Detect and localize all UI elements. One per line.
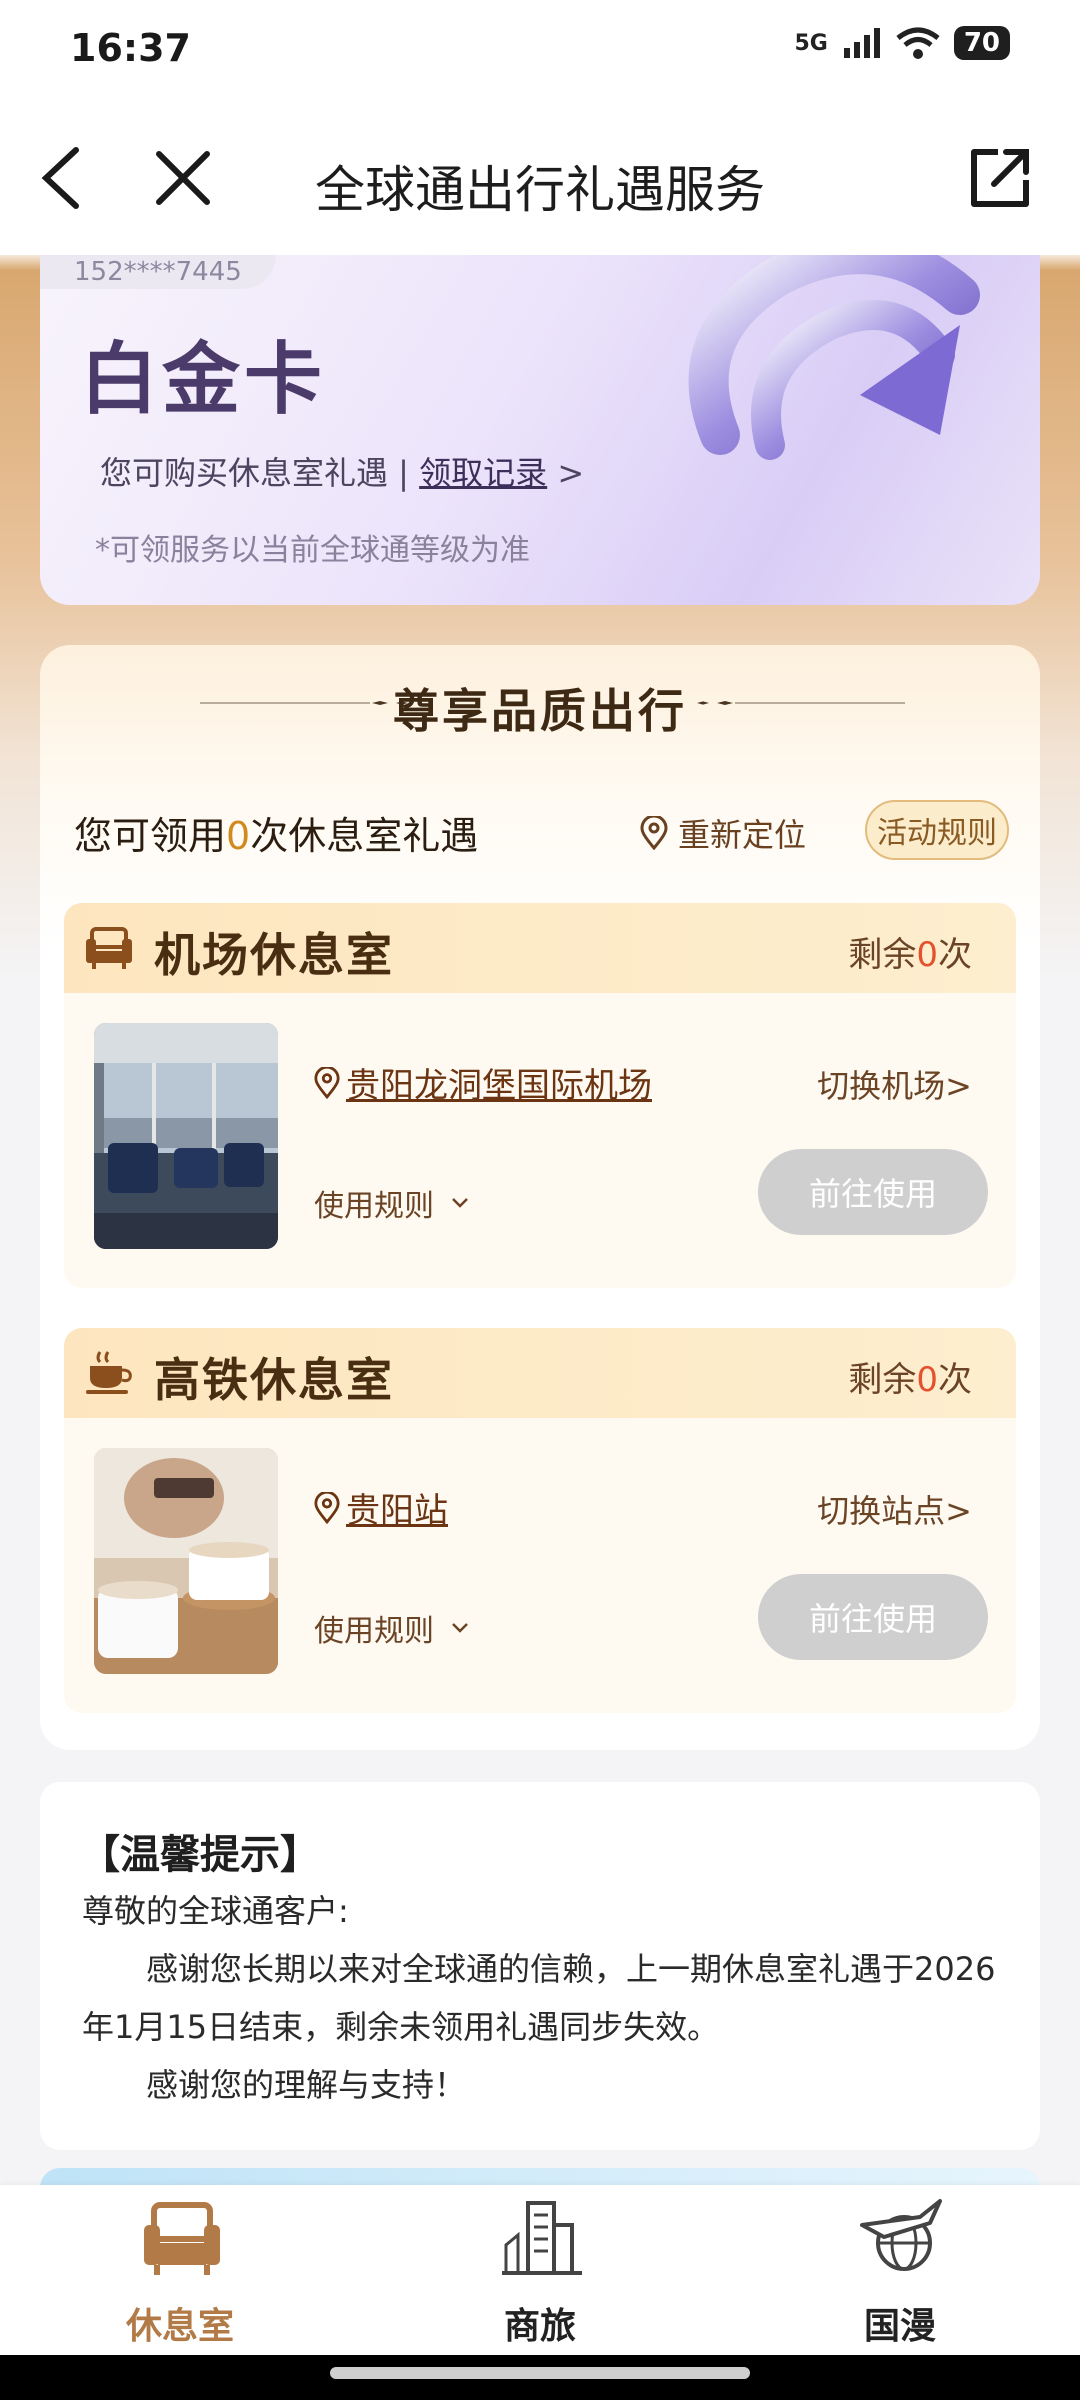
lounge-title: 机场休息室	[154, 928, 394, 982]
share-icon	[971, 149, 1029, 207]
usage-rules-toggle[interactable]: 使用规则	[314, 1181, 470, 1225]
activity-rules-button[interactable]: 活动规则	[865, 800, 1009, 860]
airport-lounge-photo	[94, 1023, 278, 1249]
coffee-cup-icon	[86, 1351, 132, 1394]
network-label: 5G	[794, 30, 828, 56]
status-time: 16:37	[70, 26, 191, 70]
home-indicator[interactable]	[330, 2367, 750, 2379]
purchase-line: 您可购买休息室礼遇 | 领取记录 >	[100, 448, 584, 494]
tab-lounge[interactable]: 休息室	[50, 2195, 310, 2347]
share-button[interactable]	[962, 140, 1038, 216]
switch-airport-button[interactable]: 切换机场>	[817, 1061, 972, 1107]
phone-number: 152****7445	[40, 255, 276, 289]
location-pin-icon	[640, 816, 668, 850]
city-icon	[502, 2201, 582, 2275]
tab-label: 休息室	[125, 2306, 234, 2347]
tab-business-travel[interactable]: 商旅	[410, 2195, 670, 2347]
relocate-label: 重新定位	[678, 816, 807, 854]
chevron-down-icon	[452, 1623, 468, 1633]
airport-lounge-header: 机场休息室 剩余0次	[64, 903, 1016, 993]
go-use-button[interactable]: 前往使用	[758, 1574, 988, 1660]
signal-icon	[843, 28, 880, 58]
chevron-down-icon	[452, 1198, 468, 1208]
location-name: 贵阳龙洞堡国际机场	[346, 1066, 652, 1106]
record-arrow[interactable]: >	[557, 454, 584, 492]
count-prefix: 您可领用	[74, 814, 227, 858]
airport-location[interactable]: 贵阳龙洞堡国际机场	[314, 1058, 652, 1107]
record-link[interactable]: 领取记录	[419, 454, 547, 492]
count-value: 0	[226, 814, 251, 858]
usage-rules-toggle[interactable]: 使用规则	[314, 1606, 470, 1650]
airport-lounge-card: 机场休息室 剩余0次 贵阳龙洞堡国际机场 切换机场> 使用规则 前往使用	[64, 903, 1016, 1288]
switch-station-button[interactable]: 切换站点>	[817, 1486, 972, 1532]
remain-value: 0	[916, 935, 938, 975]
usage-rules-label: 使用规则	[314, 1189, 434, 1224]
go-use-button[interactable]: 前往使用	[758, 1149, 988, 1235]
battery-indicator: 70	[953, 26, 1010, 60]
rail-lounge-photo	[94, 1448, 278, 1674]
status-bar: 16:37 5G 70	[0, 0, 1080, 100]
bottom-tab-bar: 休息室 商旅 国漫	[0, 2185, 1080, 2355]
tips-body-1: 感谢您长期以来对全球通的信赖，上一期休息室礼遇于2026年1月15日结束，剩余未…	[82, 1950, 996, 2046]
tips-card: 【温馨提示】 尊敬的全球通客户: 感谢您长期以来对全球通的信赖，上一期休息室礼遇…	[40, 1782, 1040, 2150]
tips-greeting: 尊敬的全球通客户:	[82, 1892, 349, 1930]
remain-suffix: 次	[938, 935, 972, 975]
count-suffix: 次休息室礼遇	[250, 814, 479, 858]
tab-intl-roaming[interactable]: 国漫	[770, 2195, 1030, 2347]
available-count: 您可领用0次休息室礼遇	[74, 805, 478, 860]
title-decoration-right	[697, 701, 905, 705]
remaining-count: 剩余0次	[848, 927, 972, 976]
brand-logo-icon	[688, 255, 980, 460]
relocate-button[interactable]: 重新定位	[640, 810, 806, 856]
lounge-title: 高铁休息室	[154, 1353, 394, 1407]
membership-card: 152****7445 白金卡 您可购买休息室礼遇 | 领取记录 > *可领服务…	[40, 255, 1040, 605]
sofa-icon	[86, 927, 132, 969]
tier-note: *可领服务以当前全球通等级为准	[95, 533, 530, 568]
tips-body-2: 感谢您的理解与支持！	[146, 2066, 467, 2104]
usage-rules-label: 使用规则	[314, 1614, 434, 1649]
globe-plane-icon	[860, 2199, 942, 2271]
page-title: 全球通出行礼遇服务	[315, 161, 765, 219]
card-tier: 白金卡	[80, 335, 327, 425]
section-title: 尊享品质出行	[393, 684, 687, 738]
remain-prefix: 剩余	[848, 935, 917, 975]
status-icons: 5G 70	[794, 26, 1010, 60]
remain-value: 0	[916, 1360, 938, 1400]
sofa-icon	[144, 2202, 220, 2275]
tab-label: 国漫	[863, 2306, 936, 2347]
tab-label: 商旅	[503, 2306, 576, 2347]
remaining-count: 剩余0次	[848, 1352, 972, 1401]
nav-bar: 全球通出行礼遇服务	[0, 100, 1080, 255]
remain-prefix: 剩余	[848, 1360, 917, 1400]
purchase-text: 您可购买休息室礼遇 |	[100, 454, 420, 492]
tips-title: 【温馨提示】	[80, 1832, 320, 1878]
wifi-icon	[896, 27, 940, 59]
location-name: 贵阳站	[346, 1491, 448, 1531]
location-pin-icon	[314, 1066, 340, 1099]
rail-lounge-header: 高铁休息室 剩余0次	[64, 1328, 1016, 1418]
remain-suffix: 次	[938, 1360, 972, 1400]
station-location[interactable]: 贵阳站	[314, 1483, 448, 1532]
location-pin-icon	[314, 1491, 340, 1524]
rail-lounge-card: 高铁休息室 剩余0次 贵阳站 切换站点> 使用规则 前往使用	[64, 1328, 1016, 1713]
benefits-card: 尊享品质出行 您可领用0次休息室礼遇 重新定位 活动规则 机场休息室 剩余0次	[40, 645, 1040, 1750]
